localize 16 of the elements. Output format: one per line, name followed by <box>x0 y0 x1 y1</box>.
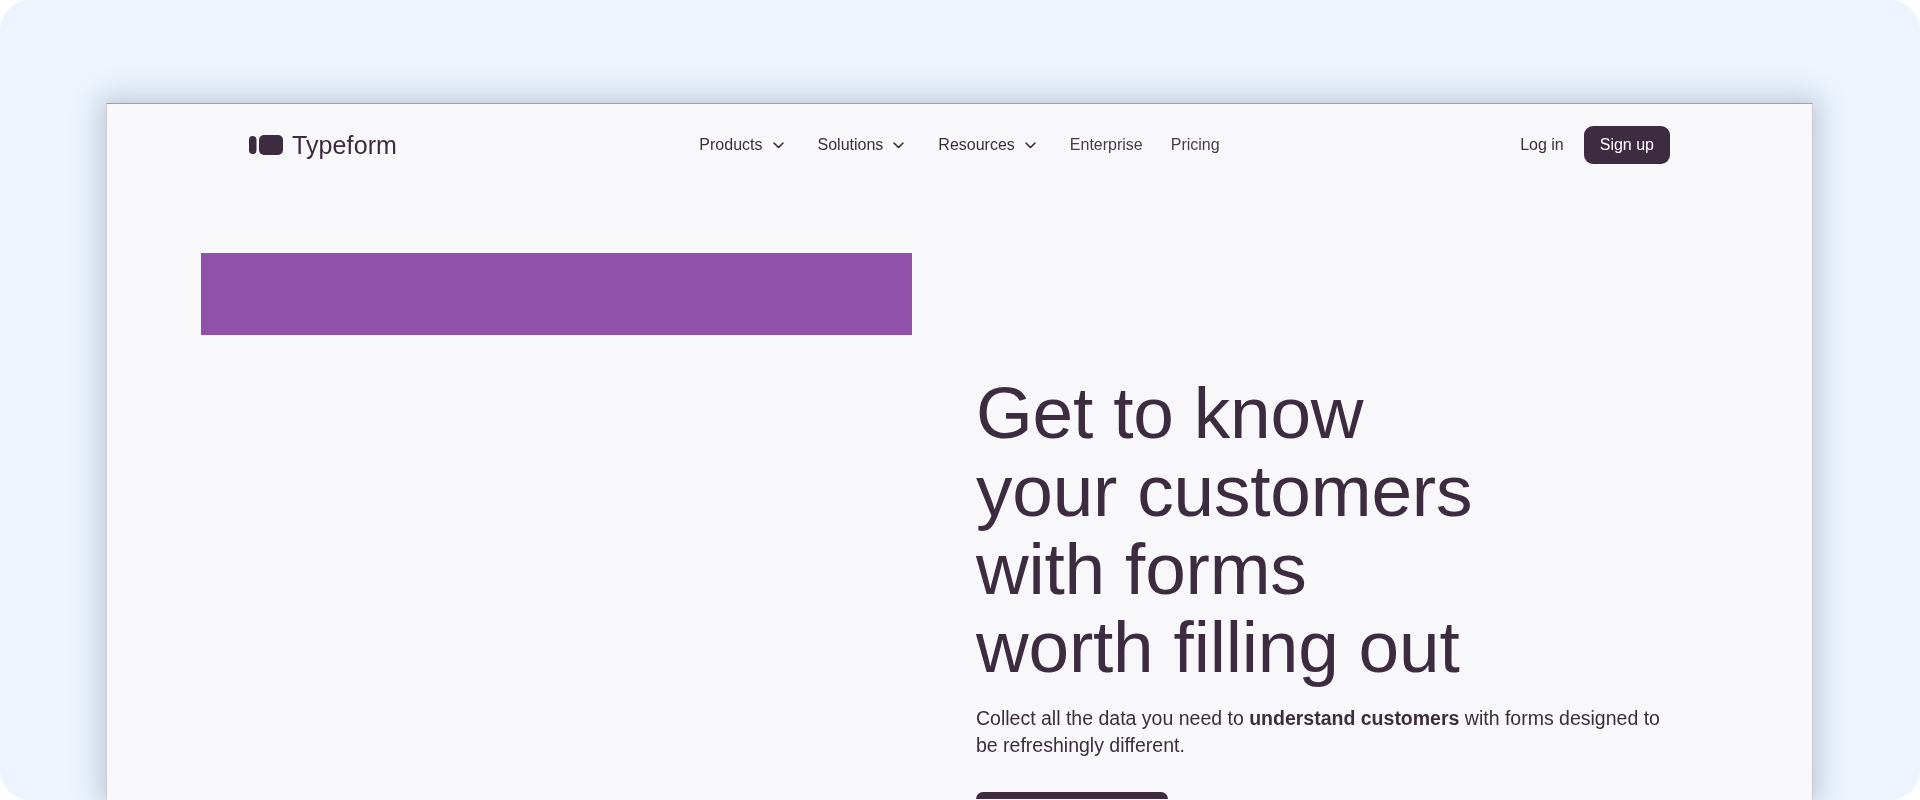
nav-link[interactable]: Pricing <box>1170 134 1220 156</box>
chevron-down-icon <box>893 141 905 149</box>
nav-link[interactable]: Enterprise <box>1069 134 1143 156</box>
nav-menu-button[interactable]: Products <box>699 134 784 156</box>
nav-menu-button[interactable]: Resources <box>938 134 1036 156</box>
nav-menu-button[interactable]: Solutions <box>817 134 905 156</box>
hero-heading: Get to know your customers with forms worth filling out <box>976 374 1474 686</box>
signup-button[interactable]: Sign up <box>1583 126 1670 164</box>
logo-link[interactable]: Typeform <box>249 130 397 160</box>
chevron-down-icon <box>772 141 784 149</box>
hero-description: Collect all the data you need to understand customers with forms designed to be refreshingly different. <box>976 706 1661 758</box>
chevron-down-icon <box>1024 141 1036 149</box>
logo-icon <box>249 135 283 155</box>
login-link[interactable]: Log in <box>1520 134 1564 156</box>
logo-text: Typeform <box>292 130 397 160</box>
cta-button[interactable] <box>976 792 1168 799</box>
